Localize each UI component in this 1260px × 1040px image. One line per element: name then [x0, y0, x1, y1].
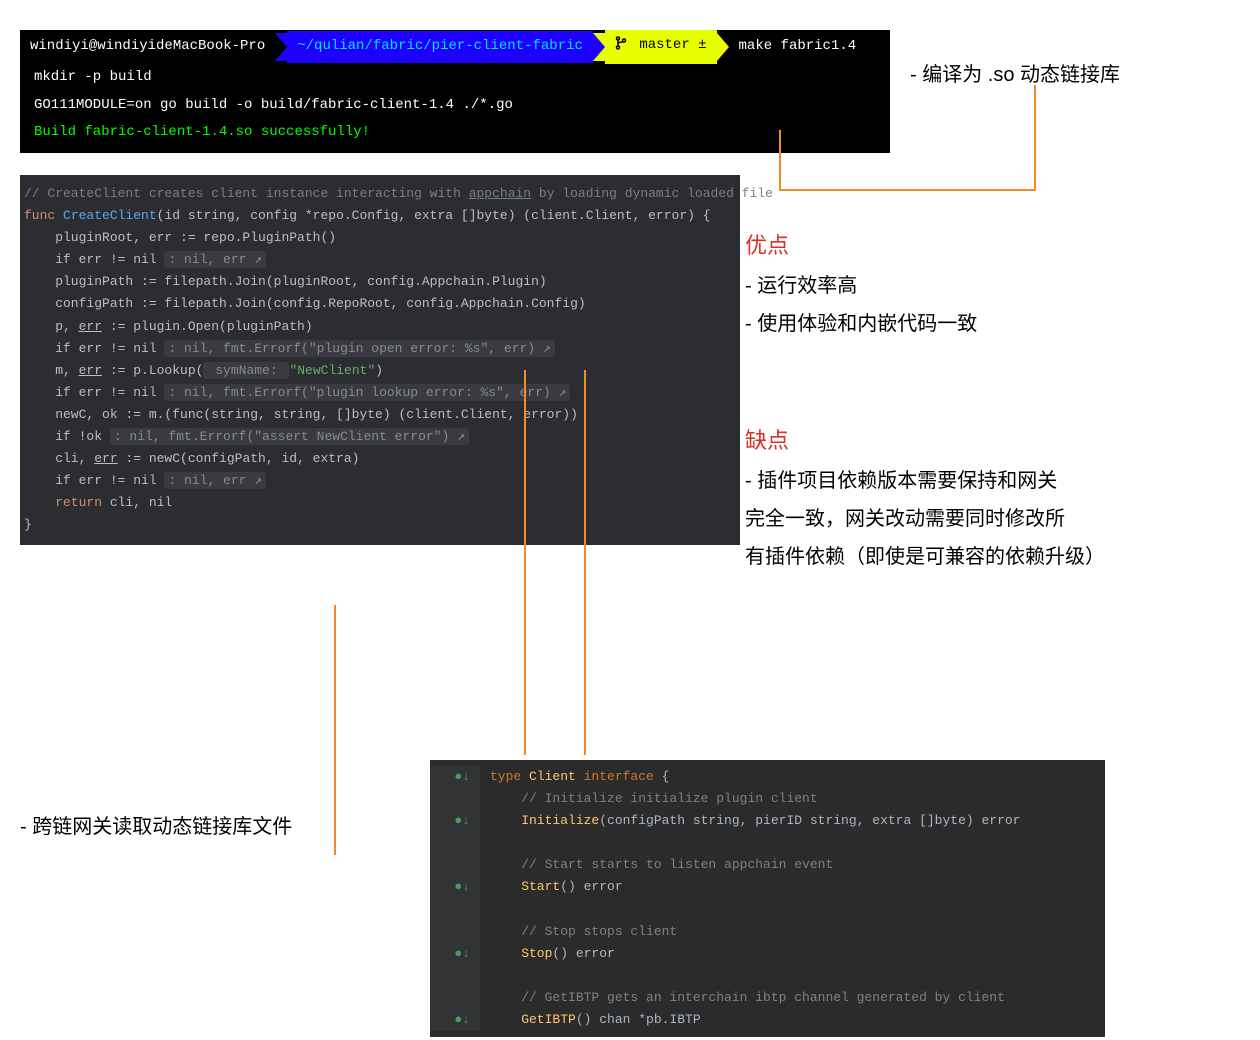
gutter-icon: ●↓	[430, 876, 480, 898]
code-line: }	[24, 514, 728, 536]
terminal-block: windiyi@windiyideMacBook-Pro ~/qulian/fa…	[20, 30, 890, 153]
code-if: if err != nil	[24, 252, 164, 267]
code-if: if err != nil	[24, 385, 164, 400]
prompt-host: windiyi@windiyideMacBook-Pro	[20, 31, 275, 63]
prompt-cmd: make fabric1.4	[729, 31, 867, 63]
annotation-read-so: - 跨链网关读取动态链接库文件	[20, 810, 292, 839]
pros-section: 优点 - 运行效率高 - 使用体验和内嵌代码一致	[745, 225, 977, 343]
code-signature: (id string, config *repo.Config, extra […	[157, 208, 711, 223]
gutter-icon: ●↓	[430, 766, 480, 788]
git-branch-label: master ±	[639, 37, 706, 53]
terminal-output-line: GO111MODULE=on go build -o build/fabric-…	[20, 92, 890, 120]
code-hint: : nil, fmt.Errorf("plugin lookup error: …	[164, 384, 570, 401]
cons-bullet: - 插件项目依赖版本需要保持和网关	[745, 462, 1105, 500]
code-comment: // GetIBTP gets an interchain ibtp chann…	[490, 987, 1005, 1009]
pros-heading: 优点	[745, 225, 977, 267]
code-line: pluginRoot, err := repo.PluginPath()	[24, 227, 728, 249]
terminal-success-line: Build fabric-client-1.4.so successfully!	[20, 119, 890, 147]
code-line: pluginPath := filepath.Join(pluginRoot, …	[24, 271, 728, 293]
terminal-output-line: mkdir -p build	[20, 64, 890, 92]
cons-section: 缺点 - 插件项目依赖版本需要保持和网关 完全一致，网关改动需要同时修改所 有插…	[745, 420, 1105, 576]
pros-bullet: - 使用体验和内嵌代码一致	[745, 305, 977, 343]
gutter-icon: ●↓	[430, 943, 480, 965]
code-keyword: func	[24, 208, 63, 223]
code-if: if !ok	[24, 429, 110, 444]
arrow-icon	[717, 33, 729, 61]
code-if: if err != nil	[24, 473, 164, 488]
code-comment: // Stop stops client	[490, 921, 677, 943]
code-line: configPath := filepath.Join(config.RepoR…	[24, 293, 728, 315]
code-editor-createclient: // CreateClient creates client instance …	[20, 175, 740, 545]
code-comment: // Initialize initialize plugin client	[490, 788, 818, 810]
cons-bullet: 完全一致，网关改动需要同时修改所	[745, 500, 1105, 538]
cons-bullet: 有插件依赖（即使是可兼容的依赖升级）	[745, 538, 1105, 576]
gutter-icon: ●↓	[430, 1009, 480, 1031]
code-editor-client-interface: ●↓type Client interface { // Initialize …	[430, 760, 1105, 1037]
code-if: if err != nil	[24, 341, 164, 356]
code-func-name: CreateClient	[63, 208, 157, 223]
cons-heading: 缺点	[745, 420, 1105, 462]
code-hint: : nil, fmt.Errorf("assert NewClient erro…	[110, 428, 469, 445]
code-comment: // CreateClient creates client instance …	[24, 186, 773, 201]
arrow-icon	[275, 33, 287, 61]
code-line: newC, ok := m.(func(string, string, []by…	[24, 404, 728, 426]
gutter-icon: ●↓	[430, 810, 480, 832]
code-hint: : nil, fmt.Errorf("plugin open error: %s…	[164, 340, 554, 357]
prompt-git: master ±	[605, 30, 717, 64]
code-comment: // Start starts to listen appchain event	[490, 854, 833, 876]
code-hint: : nil, err ↗	[164, 251, 266, 268]
prompt-path: ~/qulian/fabric/pier-client-fabric	[287, 31, 593, 63]
pros-bullet: - 运行效率高	[745, 267, 977, 305]
annotation-compile-so: - 编译为 .so 动态链接库	[910, 58, 1120, 87]
code-hint: : nil, err ↗	[164, 472, 266, 489]
terminal-prompt: windiyi@windiyideMacBook-Pro ~/qulian/fa…	[20, 30, 890, 64]
git-branch-icon	[615, 36, 627, 60]
arrow-icon	[593, 33, 605, 61]
